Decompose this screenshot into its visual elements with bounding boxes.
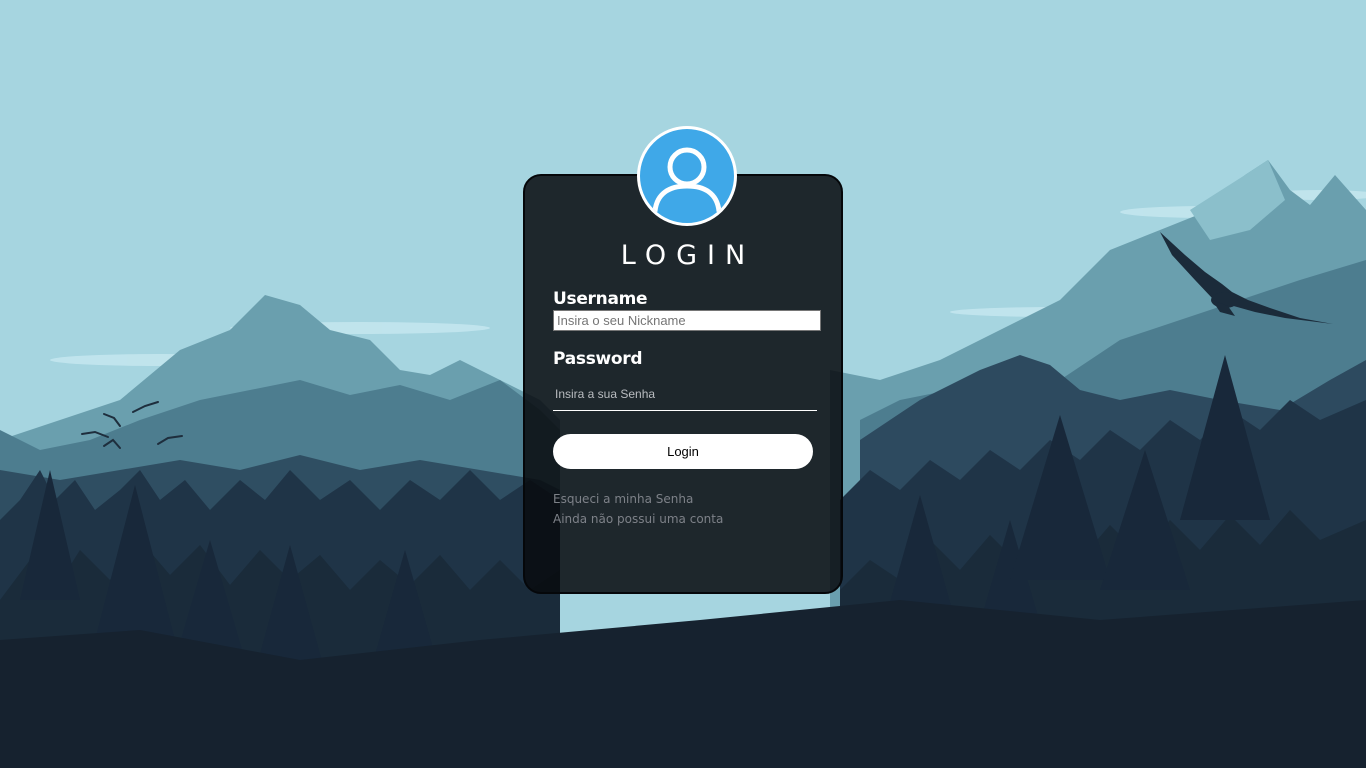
username-input[interactable] — [553, 310, 821, 331]
password-input[interactable] — [553, 377, 817, 411]
signup-link[interactable]: Ainda não possui uma conta — [553, 512, 723, 526]
login-title: LOGIN — [620, 240, 756, 271]
avatar — [637, 126, 737, 226]
login-button[interactable]: Login — [553, 434, 813, 469]
password-label: Password — [553, 349, 643, 369]
username-label: Username — [553, 289, 648, 309]
forgot-password-link[interactable]: Esqueci a minha Senha — [553, 492, 693, 506]
user-icon — [652, 147, 722, 214]
